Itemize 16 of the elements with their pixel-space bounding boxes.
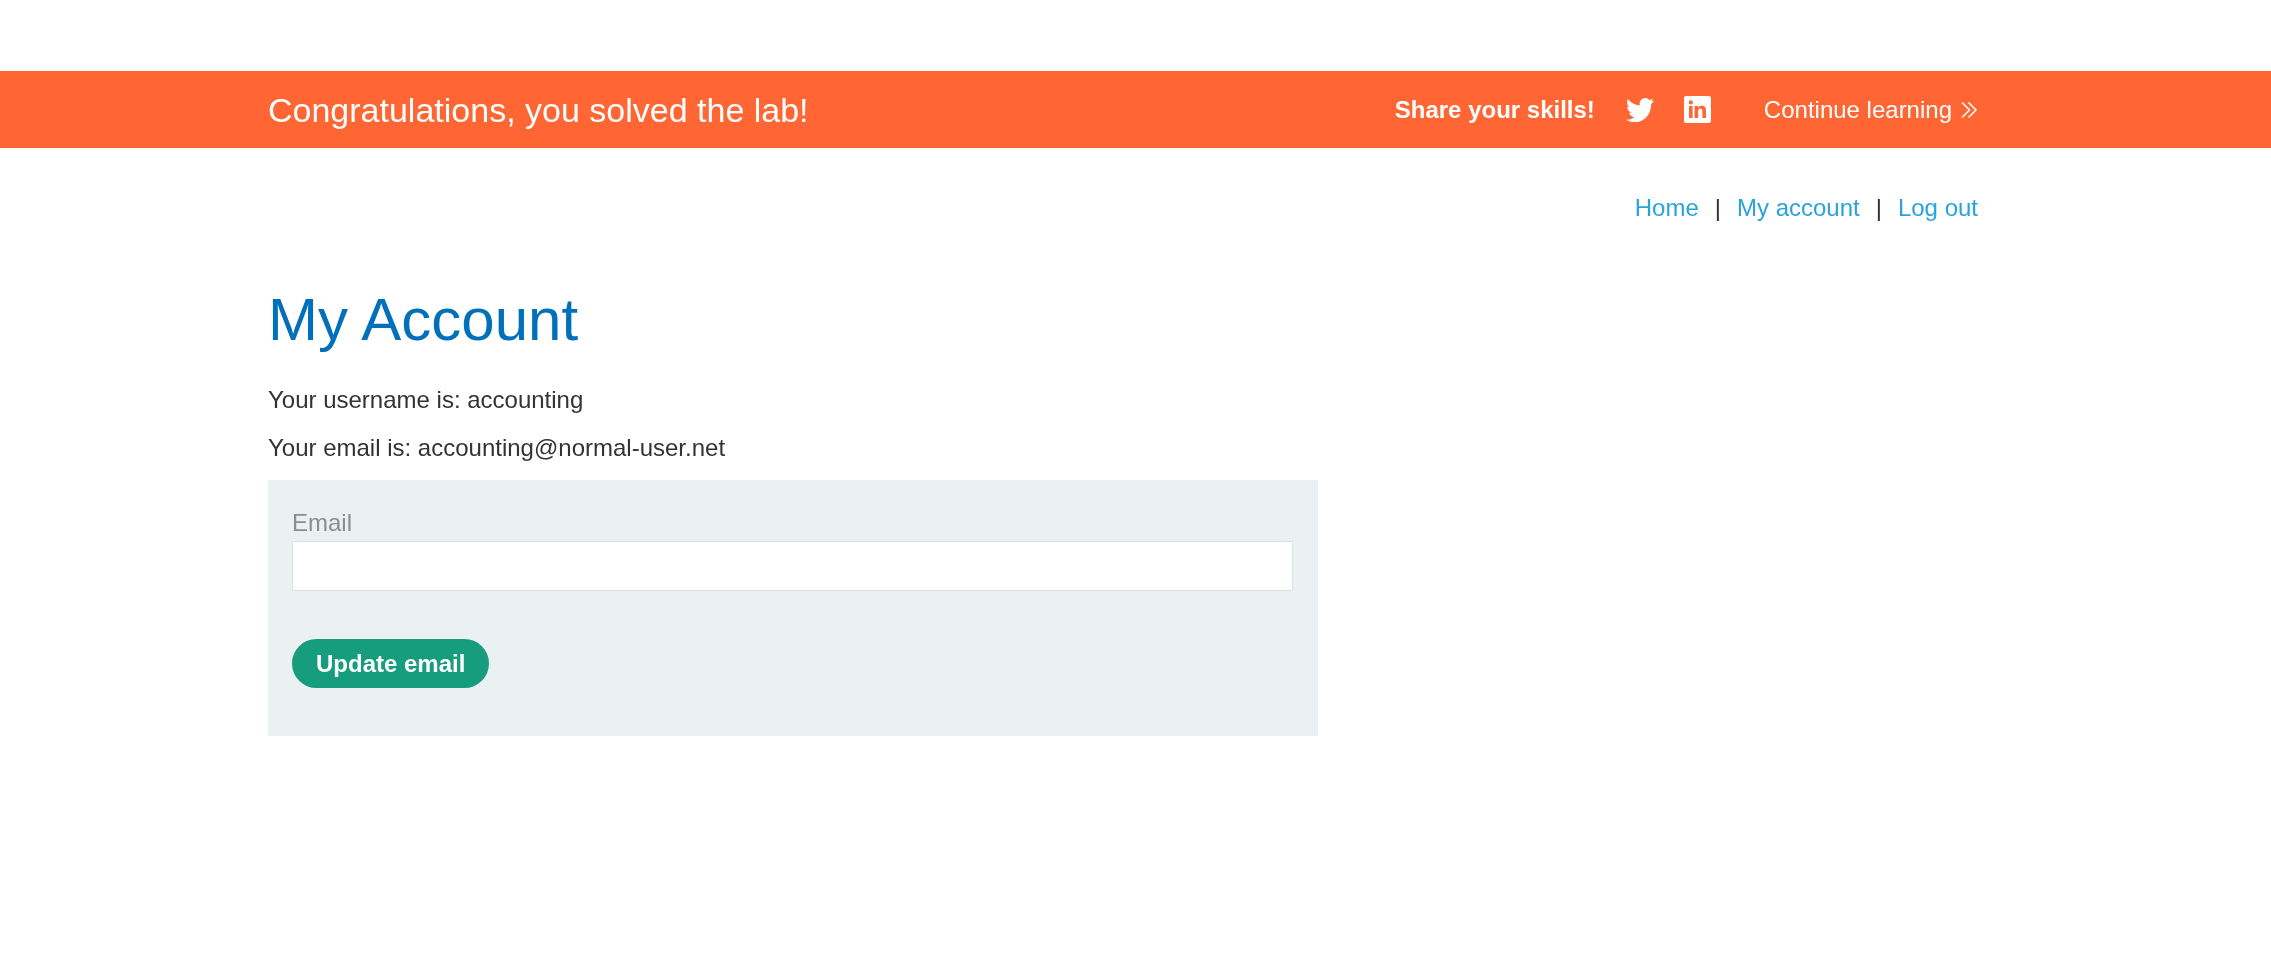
nav-separator: | [1714,193,1721,223]
email-label: Email [292,508,352,538]
page-heading: My Account [268,285,579,355]
nav-link[interactable]: Log out [1897,193,1978,223]
double-chevron-icon [1960,100,1978,119]
bird-icon[interactable] [1625,97,1654,122]
nav-link[interactable]: Home [1634,193,1699,223]
update-email-button[interactable]: Update email [292,639,490,688]
share-label: Share your skills! [1394,94,1595,125]
email-field[interactable] [292,541,1293,591]
account-detail: Your username is: accounting [268,385,584,415]
account-detail: Your email is: accounting@normal-user.net [268,433,726,463]
continue-learning-link[interactable]: Continue learning [1763,94,1978,125]
nav-separator: | [1875,193,1882,223]
banner-title: Congratulations, you solved the lab! [268,89,809,130]
nav-link[interactable]: My account [1736,193,1860,223]
